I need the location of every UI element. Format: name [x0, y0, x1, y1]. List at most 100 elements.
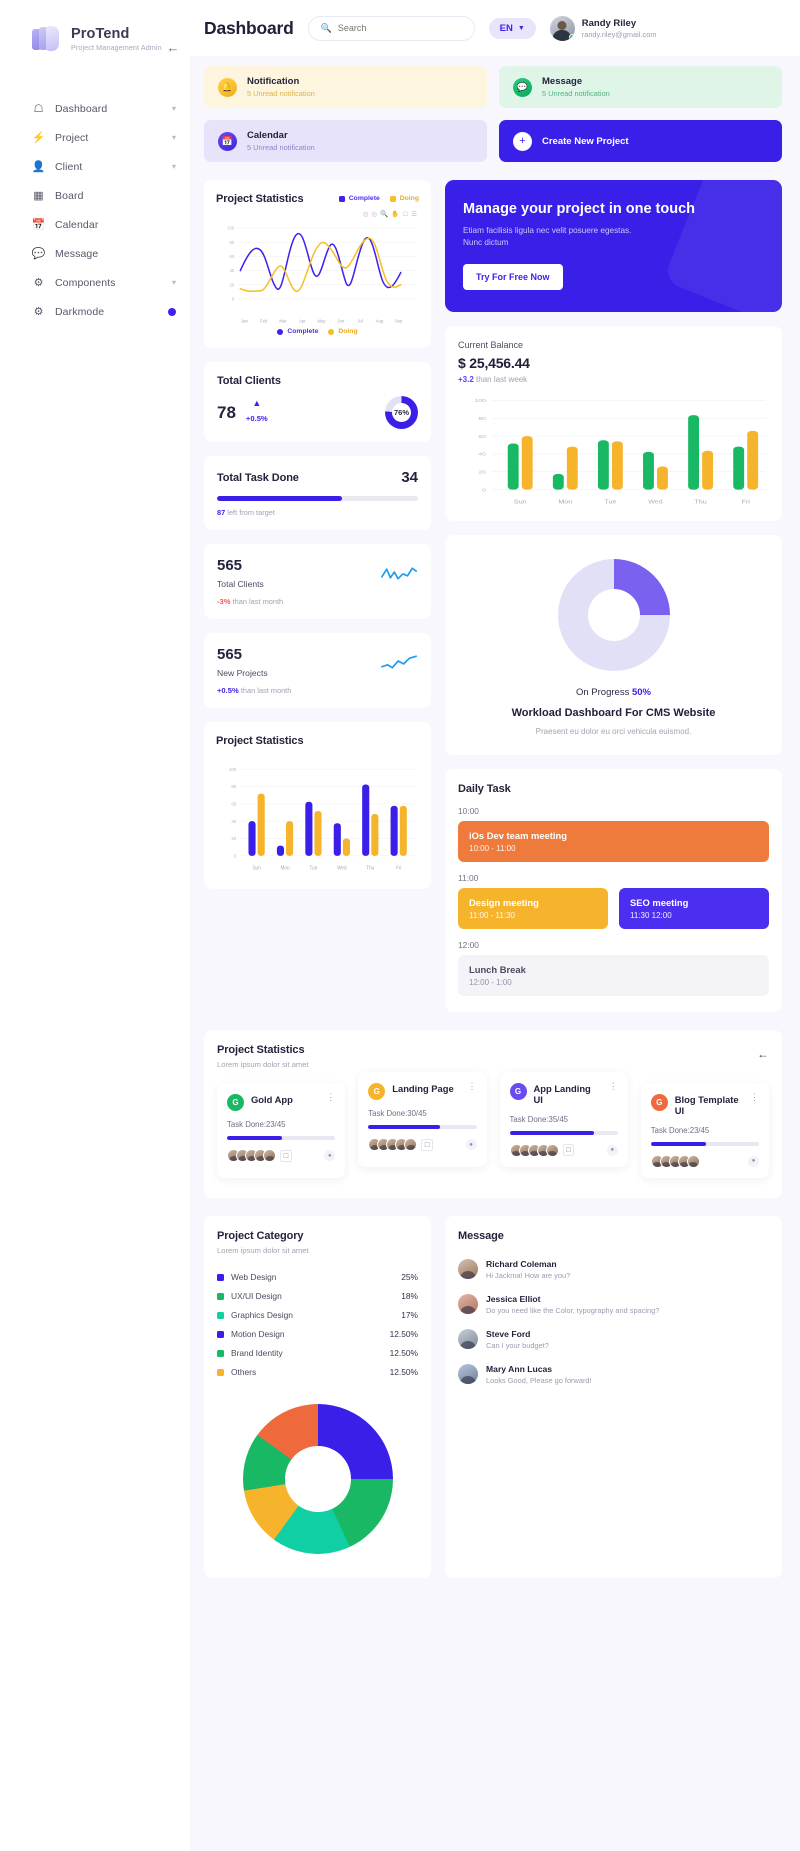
sidebar-item-client[interactable]: 👤 Client ▾ [0, 152, 190, 181]
search-input[interactable] [337, 23, 462, 33]
svg-text:Tue: Tue [604, 499, 617, 505]
tile-calendar[interactable]: 📅 Calendar 5 Unread notification [204, 120, 487, 162]
star-icon[interactable]: ● [606, 1144, 618, 1156]
project-card[interactable]: G App Landing UI ⋮ Task Done:35/45 ☐ ● [499, 1072, 628, 1167]
avatar-group [509, 1143, 559, 1157]
sidebar-item-project[interactable]: ⚡ Project ▾ [0, 123, 190, 152]
copy-icon[interactable]: ☐ [280, 1149, 292, 1162]
message-item[interactable]: Richard Coleman Hi Jackma! How are you? [458, 1252, 769, 1287]
layers-icon [32, 26, 62, 52]
down-trend-icon [381, 567, 417, 580]
up-trend-icon [381, 655, 417, 669]
message-item[interactable]: Steve Ford Can I your budget? [458, 1322, 769, 1357]
star-icon[interactable]: ● [465, 1139, 477, 1151]
task-item[interactable]: Design meeting 11:00 - 11:30 [458, 888, 608, 930]
sidebar-item-calendar[interactable]: 📅 Calendar [0, 210, 190, 239]
home-icon[interactable]: ☖ [402, 210, 408, 218]
sidebar-item-darkmode[interactable]: ⚙ Darkmode [0, 297, 190, 326]
category-item: Brand Identity 12.50% [217, 1344, 418, 1363]
avatar-group [368, 1138, 418, 1152]
sidebar-item-message[interactable]: 💬 Message [0, 239, 190, 268]
tile-subtitle: 5 Unread notification [247, 143, 315, 152]
balance-delta: +3.2 [458, 374, 474, 384]
project-task-count: Task Done:23/45 [227, 1120, 286, 1130]
sidebar-item-label: Dashboard [55, 102, 108, 115]
project-badge: G [227, 1094, 244, 1112]
sidebar-item-components[interactable]: ⚙ Components ▾ [0, 268, 190, 297]
project-badge: G [509, 1083, 527, 1101]
tile-message[interactable]: 💬 Message 5 Unread notification [499, 66, 782, 108]
svg-text:80: 80 [230, 240, 235, 245]
project-task-count: Task Done:30/45 [368, 1109, 427, 1119]
user-menu[interactable]: Randy Riley randy.riley@gmail.com [549, 15, 656, 41]
more-options-icon[interactable]: ⋮ [609, 1081, 618, 1090]
tile-title: Notification [247, 76, 300, 87]
avatar [458, 1328, 478, 1349]
tile-notification[interactable]: 🔔 Notification 5 Unread notification [204, 66, 487, 108]
pan-icon[interactable]: ✋ [391, 210, 399, 218]
task-item[interactable]: Lunch Break 12:00 - 1:00 [458, 955, 769, 997]
chat-icon: 💬 [513, 77, 532, 97]
task-time: 10:00 - 11:00 [469, 844, 516, 854]
balance-amount: $ 25,456.44 [458, 354, 530, 371]
sidebar-item-label: Client [55, 160, 83, 173]
more-options-icon[interactable]: ⋮ [468, 1081, 477, 1090]
arrow-left-icon[interactable]: ← [164, 38, 182, 56]
star-icon[interactable]: ● [748, 1155, 759, 1167]
svg-text:Wed: Wed [337, 865, 347, 871]
svg-text:Mon: Mon [280, 865, 289, 871]
message-item[interactable]: Mary Ann Lucas Looks Good, Please go for… [458, 1357, 769, 1392]
workload-title: Workload Dashboard For CMS Website [511, 706, 716, 719]
page-title: Dashboard [204, 17, 294, 38]
home-icon: ☖ [33, 103, 44, 115]
brand[interactable]: ProTend Project Management Admin [0, 26, 190, 52]
category-label: Motion Design [231, 1329, 285, 1340]
language-selector[interactable]: EN ▼ [488, 17, 536, 39]
project-name: Blog Template UI [674, 1094, 739, 1117]
sidebar-item-board[interactable]: ▦ Board [0, 181, 190, 210]
task-time: 11:00 - 11:30 [469, 911, 515, 921]
message-preview: Do you need like the Color, typography a… [486, 1305, 660, 1315]
legend-doing[interactable]: Doing [389, 195, 419, 202]
try-for-free-button[interactable]: Try For Free Now [463, 263, 563, 290]
copy-icon[interactable]: ☐ [562, 1144, 575, 1157]
svg-text:Feb: Feb [260, 318, 268, 323]
grid-icon: ▦ [33, 190, 44, 202]
reset-zoom-icon[interactable]: ◎ [363, 210, 369, 218]
zoom-in-icon[interactable]: 🔍 [380, 210, 388, 218]
content: 🔔 Notification 5 Unread notification 💬 M… [190, 56, 800, 1578]
svg-text:May: May [318, 318, 327, 323]
menu-icon[interactable]: ☰ [411, 210, 417, 218]
promo-heading: Manage your project in one touch [463, 201, 696, 217]
search-box[interactable]: 🔍 [307, 15, 475, 41]
balance-delta-text: than last week [476, 374, 528, 384]
category-item: Web Design 25% [217, 1268, 418, 1287]
task-time-label: 10:00 [458, 806, 479, 817]
dashboard-root: ProTend Project Management Admin ← ☖ Das… [0, 0, 800, 1851]
project-card[interactable]: G Gold App ⋮ Task Done:23/45 ☐ ● [217, 1083, 346, 1178]
project-progress-bar [368, 1125, 477, 1130]
arrow-left-icon[interactable]: ← [757, 1044, 769, 1061]
sidebar-item-label: Board [55, 189, 84, 202]
darkmode-toggle[interactable] [168, 307, 176, 316]
project-card[interactable]: G Blog Template UI ⋮ Task Done:23/45 ● [640, 1083, 769, 1178]
more-options-icon[interactable]: ⋮ [750, 1092, 759, 1101]
project-card[interactable]: G Landing Page ⋮ Task Done:30/45 ☐ ● [358, 1072, 487, 1167]
chart-toolbar: ◎ ◎ 🔍 ✋ ☖ ☰ [216, 210, 417, 218]
task-item[interactable]: SEO meeting 11:30 12:00 [619, 888, 769, 930]
total-clients-value: 78 [217, 402, 236, 422]
svg-text:Tue: Tue [310, 865, 318, 871]
svg-text:20: 20 [230, 282, 235, 287]
create-new-project-button[interactable]: + Create New Project [499, 120, 782, 162]
star-icon[interactable]: ● [324, 1150, 336, 1162]
task-item[interactable]: iOs Dev team meeting 10:00 - 11:00 [458, 821, 769, 863]
more-options-icon[interactable]: ⋮ [326, 1092, 335, 1101]
avatar-group [650, 1154, 700, 1168]
message-item[interactable]: Jessica Elliot Do you need like the Colo… [458, 1287, 769, 1322]
copy-icon[interactable]: ☐ [421, 1138, 434, 1151]
selection-icon[interactable]: ◎ [371, 210, 377, 218]
sidebar-item-dashboard[interactable]: ☖ Dashboard ▾ [0, 94, 190, 123]
card-title: Total Task Done [217, 471, 299, 484]
avatar [458, 1258, 478, 1279]
legend-complete[interactable]: Complete [338, 195, 380, 202]
